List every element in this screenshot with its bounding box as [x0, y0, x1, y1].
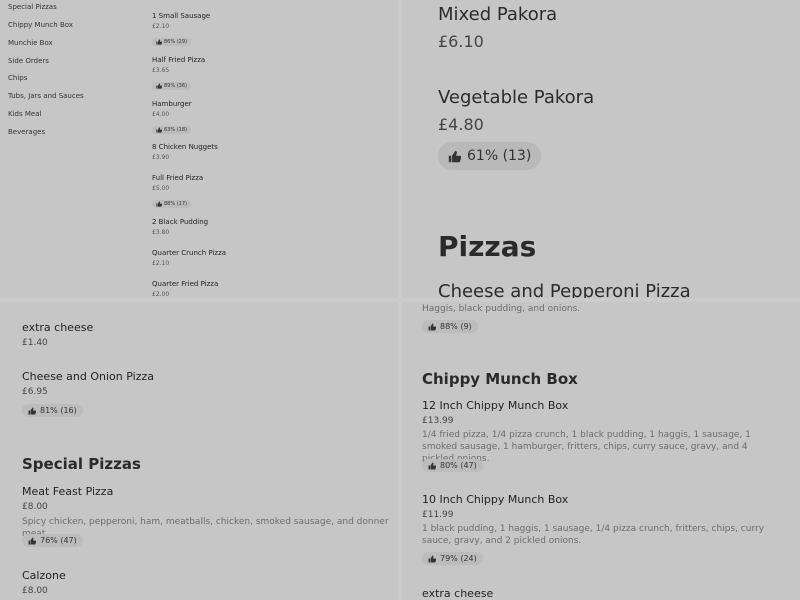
category-link[interactable]: Munchie Box — [8, 39, 53, 47]
menu-item[interactable]: Half Fried Pizza £3.65 89% (36) — [152, 56, 382, 93]
rating-badge: 63% (18) — [152, 126, 191, 134]
item-name: 2 Black Pudding — [152, 218, 209, 226]
item-name[interactable]: 10 Inch Chippy Munch Box — [422, 493, 568, 506]
item-price: £8.00 — [22, 586, 48, 596]
item-price: £3.65 — [152, 67, 170, 74]
menu-item[interactable]: Full Fried Pizza £5.00 88% (17) — [152, 174, 382, 211]
rating-text: 79% (24) — [440, 554, 477, 563]
thumbs-up-icon — [28, 407, 36, 414]
menu-overview-panel: Special Pizzas Chippy Munch Box Munchie … — [0, 0, 398, 298]
item-price: £2.00 — [152, 291, 170, 298]
menu-item[interactable]: 2 Black Pudding £3.80 — [152, 218, 382, 236]
item-name[interactable]: extra cheese — [422, 587, 493, 600]
rating-text: 63% (18) — [164, 127, 187, 133]
thumbs-up-icon — [156, 127, 162, 133]
rating-badge: 61% (13) — [438, 142, 542, 170]
menu-item[interactable]: Quarter Crunch Pizza £2.10 — [152, 249, 382, 267]
rating-badge: 89% (36) — [152, 82, 191, 90]
menu-item[interactable]: 1 Small Sausage £2.10 86% (29) — [152, 12, 382, 49]
item-price: £5.00 — [152, 185, 170, 192]
item-name: 1 Small Sausage — [152, 12, 211, 20]
category-link[interactable]: Chips — [8, 74, 27, 82]
thumbs-up-icon — [428, 555, 436, 562]
rating-badge: 79% (24) — [422, 552, 483, 565]
item-name: Quarter Fried Pizza — [152, 280, 219, 288]
item-price: £4.00 — [152, 111, 170, 118]
item-price: £2.10 — [152, 23, 170, 30]
item-name[interactable]: extra cheese — [22, 321, 93, 334]
thumbs-up-icon — [428, 323, 436, 330]
menu-item[interactable]: 8 Chicken Nuggets £3.90 — [152, 143, 382, 161]
rating-badge: 86% (29) — [152, 38, 191, 46]
item-name[interactable]: Mixed Pakora — [438, 4, 557, 25]
item-price: £3.80 — [152, 229, 170, 236]
item-name[interactable]: Cheese and Pepperoni Pizza — [438, 281, 691, 298]
menu-item[interactable]: Hamburger £4.00 63% (18) — [152, 100, 382, 137]
category-link[interactable]: Tubs, Jars and Sauces — [8, 92, 84, 100]
category-link[interactable]: Chippy Munch Box — [8, 21, 73, 29]
section-heading: Chippy Munch Box — [422, 370, 578, 388]
thumbs-up-icon — [28, 537, 36, 544]
item-name: Half Fried Pizza — [152, 56, 206, 64]
item-name[interactable]: Calzone — [22, 569, 66, 582]
section-heading: Pizzas — [438, 230, 537, 263]
item-price: £1.40 — [22, 338, 48, 348]
item-name[interactable]: 12 Inch Chippy Munch Box — [422, 399, 568, 412]
item-price: £6.10 — [438, 32, 484, 51]
thumbs-up-icon — [428, 462, 436, 469]
rating-text: 88% (9) — [440, 322, 472, 331]
rating-text: 61% (13) — [467, 148, 532, 164]
item-name[interactable]: Meat Feast Pizza — [22, 485, 113, 498]
menu-item[interactable]: Quarter Fried Pizza £2.00 — [152, 280, 382, 298]
item-description: Haggis, black pudding, and onions. — [422, 304, 581, 314]
rating-badge: 81% (16) — [22, 404, 83, 417]
rating-badge: 80% (47) — [422, 459, 483, 472]
category-link[interactable]: Side Orders — [8, 57, 49, 65]
item-description: 1 black pudding, 1 haggis, 1 sausage, 1/… — [422, 524, 765, 546]
rating-badge: 76% (47) — [22, 534, 83, 547]
rating-badge: 88% (9) — [422, 320, 478, 333]
item-name: Quarter Crunch Pizza — [152, 249, 227, 257]
category-link[interactable]: Special Pizzas — [8, 3, 57, 11]
thumbs-up-icon — [448, 150, 461, 162]
item-price: £2.10 — [152, 260, 170, 267]
rating-text: 81% (16) — [40, 406, 77, 415]
zoomed-menu-panel: Mixed Pakora £6.10 Vegetable Pakora £4.8… — [402, 0, 800, 298]
rating-text: 86% (29) — [164, 39, 187, 45]
munch-box-panel: Haggis, black pudding, and onions. 88% (… — [402, 302, 800, 600]
item-price: £6.95 — [22, 387, 48, 397]
thumbs-up-icon — [156, 83, 162, 89]
pizza-menu-panel: extra cheese £1.40 Cheese and Onion Pizz… — [0, 302, 398, 600]
thumbs-up-icon — [156, 39, 162, 45]
rating-text: 89% (36) — [164, 83, 187, 89]
item-price: £3.90 — [152, 154, 170, 161]
item-price: £13.99 — [422, 416, 454, 426]
item-name: Hamburger — [152, 100, 192, 108]
item-price: £4.80 — [438, 115, 484, 134]
item-name[interactable]: Cheese and Onion Pizza — [22, 370, 154, 383]
category-link[interactable]: Kids Meal — [8, 110, 41, 118]
category-link[interactable]: Beverages — [8, 128, 45, 136]
item-price: £11.99 — [422, 510, 454, 520]
item-price: £8.00 — [22, 502, 48, 512]
thumbs-up-icon — [156, 201, 162, 207]
rating-text: 76% (47) — [40, 536, 77, 545]
rating-text: 80% (47) — [440, 461, 477, 470]
item-name: Full Fried Pizza — [152, 174, 204, 182]
section-heading: Special Pizzas — [22, 455, 141, 473]
item-name[interactable]: Vegetable Pakora — [438, 87, 594, 108]
rating-text: 88% (17) — [164, 201, 187, 207]
rating-badge: 88% (17) — [152, 200, 191, 208]
item-name: 8 Chicken Nuggets — [152, 143, 218, 151]
